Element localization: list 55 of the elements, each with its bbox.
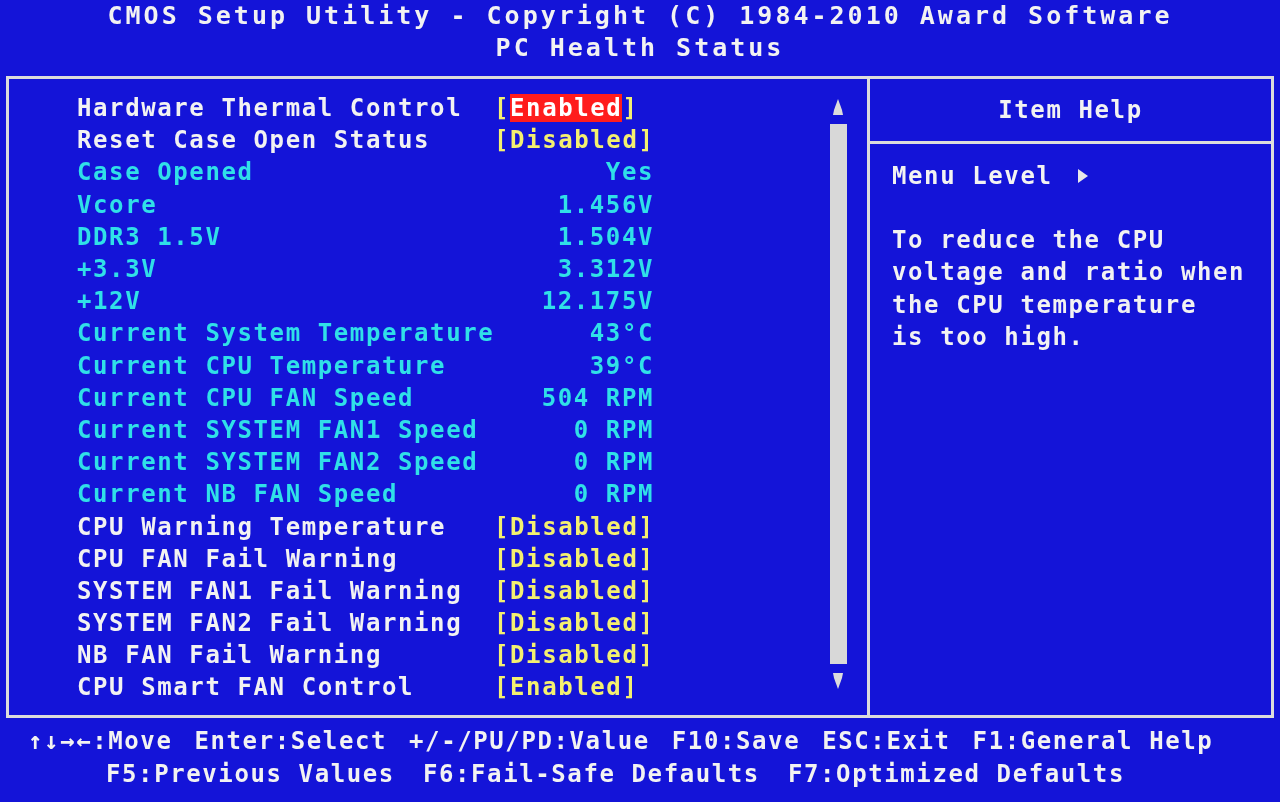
key-hint: ESC:Exit xyxy=(822,726,951,755)
setting-label: Reset Case Open Status xyxy=(77,126,432,155)
key-hint: F7:Optimized Defaults xyxy=(787,759,1125,788)
reading-value: 0 RPM xyxy=(572,448,654,477)
setting-label: Current CPU Temperature xyxy=(77,351,448,380)
reading-value: 12.175V xyxy=(540,287,654,316)
setting-label: CPU Smart FAN Control xyxy=(77,673,416,702)
reading-value: 39°C xyxy=(588,351,654,380)
screen-title: CMOS Setup Utility - Copyright (C) 1984-2010 Award Software xyxy=(107,0,1173,32)
setting-label: Current SYSTEM FAN1 Speed xyxy=(77,415,480,444)
setting-value[interactable]: [Disabled] xyxy=(494,544,654,573)
key-hint: Enter:Select xyxy=(194,726,388,755)
key-hint: F6:Fail-Safe Defaults xyxy=(422,759,760,788)
key-hint: F1:General Help xyxy=(972,726,1214,755)
setting-label: SYSTEM FAN1 Fail Warning xyxy=(77,576,464,605)
setting-value[interactable]: [Disabled] xyxy=(494,126,654,155)
help-title: Item Help xyxy=(998,96,1143,124)
setting-value[interactable]: [Enabled] xyxy=(494,673,654,702)
setting-label: DDR3 1.5V xyxy=(77,222,223,251)
reading-value: 1.456V xyxy=(556,190,654,219)
setting-label: Current System Temperature xyxy=(77,319,494,348)
setting-label: Hardware Thermal Control xyxy=(77,94,464,123)
scrollbar[interactable] xyxy=(829,124,847,664)
setting-value[interactable]: [Disabled] xyxy=(494,609,654,638)
setting-label: Current CPU FAN Speed xyxy=(77,383,416,412)
setting-label: Vcore xyxy=(77,190,159,219)
setting-label: Current SYSTEM FAN2 Speed xyxy=(77,448,480,477)
setting-value[interactable]: [Disabled] xyxy=(494,512,654,541)
setting-value[interactable]: [Disabled] xyxy=(494,641,654,670)
scroll-up-icon[interactable] xyxy=(831,98,845,116)
key-hint: ↑↓→←:Move xyxy=(28,726,173,755)
key-hint: F10:Save xyxy=(671,726,801,755)
menu-level-label: Menu Level xyxy=(892,162,1053,190)
setting-label: NB FAN Fail Warning xyxy=(77,641,383,670)
reading-value: 43°C xyxy=(588,319,654,348)
setting-label: CPU FAN Fail Warning xyxy=(77,544,399,573)
setting-value[interactable]: [Disabled] xyxy=(494,576,654,605)
setting-label: CPU Warning Temperature xyxy=(77,512,448,541)
reading-value: 0 RPM xyxy=(572,415,654,444)
setting-label: SYSTEM FAN2 Fail Warning xyxy=(77,609,464,638)
reading-value: 3.312V xyxy=(556,255,654,284)
page-title: PC Health Status xyxy=(495,32,785,64)
scroll-down-icon[interactable] xyxy=(831,672,845,690)
reading-value: 1.504V xyxy=(556,222,654,251)
setting-label: +12V xyxy=(77,287,143,316)
setting-label: Current NB FAN Speed xyxy=(77,480,399,509)
reading-value: 0 RPM xyxy=(572,480,654,509)
reading-value: 504 RPM xyxy=(540,383,654,412)
setting-label: Case Opened xyxy=(77,158,255,187)
key-hint: +/-/PU/PD:Value xyxy=(409,726,650,755)
reading-value: Yes xyxy=(604,158,654,187)
setting-label: +3.3V xyxy=(77,255,159,284)
help-text: To reduce the CPU voltage and ratio when the CPU temperature is too high. xyxy=(892,225,1247,353)
key-hint: F5:Previous Values xyxy=(106,759,395,788)
triangle-right-icon xyxy=(1076,168,1089,184)
